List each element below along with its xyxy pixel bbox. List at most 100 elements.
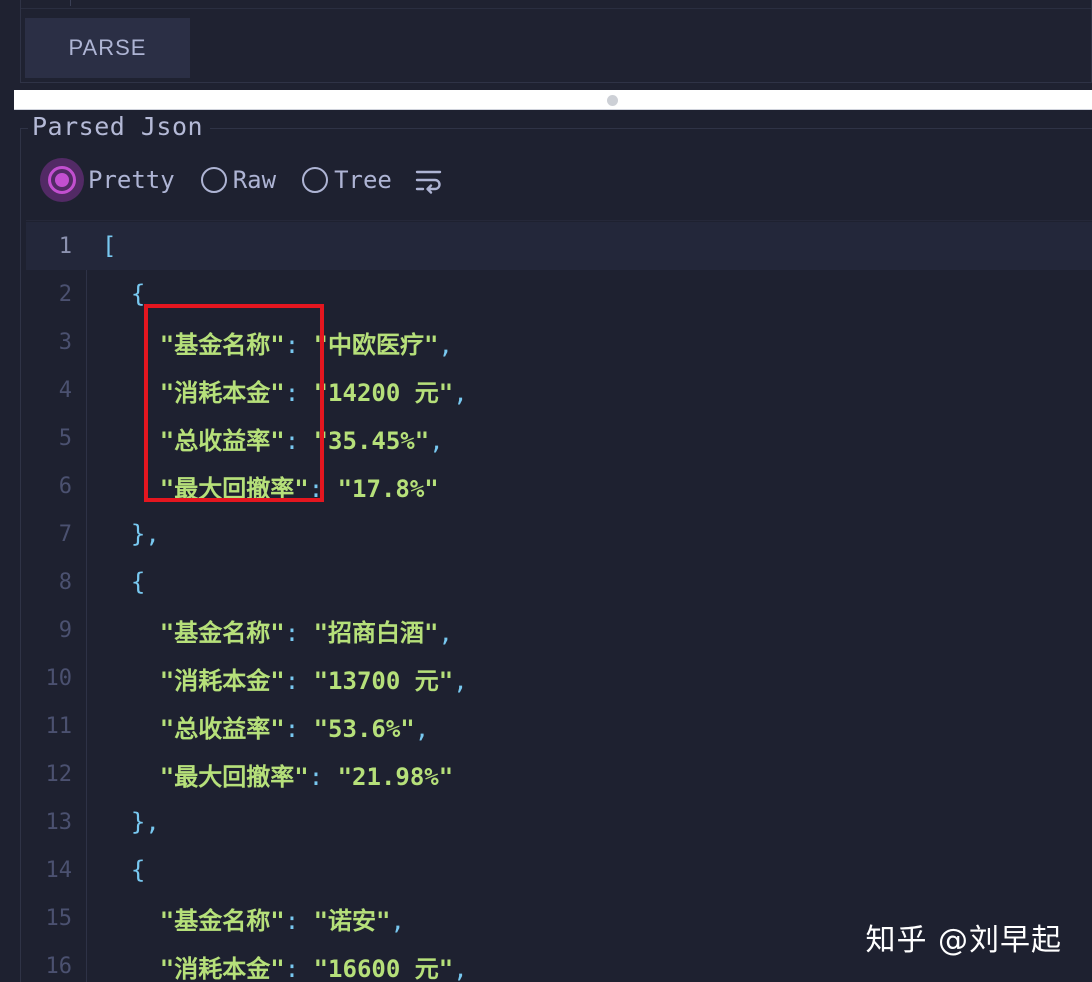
code-text: "消耗本金": "13700 元", [102, 661, 468, 696]
output-panel: Parsed Json Pretty Raw Tree 1 [2 {3 "基… [0, 110, 1092, 982]
line-number: 15 [45, 905, 73, 931]
code-text: "最大回撤率": "17.8%" [102, 469, 439, 504]
json-punctuation: : [284, 618, 314, 647]
option-label: Tree [334, 166, 392, 194]
json-punctuation: { [130, 856, 146, 884]
wrap-lines-icon[interactable] [414, 165, 444, 195]
json-value: "中欧医疗" [313, 330, 439, 359]
json-punctuation: : [284, 714, 314, 743]
json-punctuation: , [438, 618, 453, 647]
toolbar-divider [26, 220, 1092, 221]
line-number: 9 [58, 617, 72, 643]
radio-checked-icon[interactable] [40, 158, 84, 202]
json-punctuation: }, [130, 808, 160, 836]
code-line: 3 "基金名称": "中欧医疗", [26, 318, 1092, 366]
json-punctuation: , [390, 906, 405, 935]
json-punctuation: }, [130, 520, 160, 548]
code-line: 4 "消耗本金": "14200 元", [26, 366, 1092, 414]
line-number: 16 [45, 953, 73, 979]
line-number: 11 [45, 713, 73, 739]
json-punctuation: : [284, 666, 314, 695]
line-number: 10 [45, 665, 73, 691]
json-key: "基金名称" [159, 618, 285, 647]
option-label: Pretty [88, 166, 175, 194]
json-punctuation: : [284, 426, 314, 455]
json-punctuation: : [308, 762, 338, 791]
json-punctuation: , [438, 330, 453, 359]
json-key: "基金名称" [159, 906, 285, 935]
json-value: "13700 元" [313, 666, 454, 695]
json-punctuation: { [130, 568, 146, 596]
code-text: "消耗本金": "16600 元", [102, 949, 468, 982]
line-number: 6 [58, 473, 72, 499]
json-punctuation: , [429, 426, 444, 455]
json-punctuation: , [414, 714, 430, 743]
json-key: "最大回撤率" [159, 762, 309, 791]
panel-border-left [20, 0, 21, 82]
json-key: "基金名称" [159, 330, 285, 359]
json-punctuation: : [308, 474, 338, 503]
json-punctuation: { [130, 280, 146, 308]
code-text: }, [102, 808, 160, 836]
json-key: "消耗本金" [159, 378, 285, 407]
code-line: 2 { [26, 270, 1092, 318]
code-text: { [102, 568, 145, 596]
json-parser-app: PARSE Parsed Json Pretty Raw Tree 1 [2 … [0, 0, 1092, 982]
json-punctuation: [ [102, 232, 117, 260]
code-text: "基金名称": "中欧医疗", [102, 325, 453, 360]
json-value: "16600 元" [313, 954, 454, 982]
input-gutter-tick [70, 0, 71, 6]
line-number: 5 [58, 425, 72, 451]
json-punctuation: : [284, 954, 314, 982]
option-tree[interactable]: Tree [302, 166, 392, 194]
radio-unchecked-icon[interactable] [302, 167, 329, 193]
code-text: "总收益率": "53.6%", [102, 709, 429, 744]
splitter-handle-icon[interactable] [607, 95, 618, 106]
code-text: "消耗本金": "14200 元", [102, 373, 468, 408]
json-punctuation: : [284, 378, 314, 407]
panel-splitter[interactable] [14, 90, 1092, 110]
line-number: 14 [45, 857, 73, 883]
json-punctuation: , [453, 378, 468, 407]
json-value: "诺安" [313, 906, 391, 935]
code-line: 1[ [26, 222, 1092, 270]
json-key: "总收益率" [159, 426, 285, 455]
json-value: "招商白酒" [313, 618, 439, 647]
json-key: "总收益率" [159, 714, 285, 743]
code-line: 13 }, [26, 798, 1092, 846]
output-legend: Parsed Json [32, 112, 204, 141]
input-area-edge [20, 0, 1092, 9]
json-key: "消耗本金" [159, 954, 285, 982]
line-number: 12 [45, 761, 73, 787]
option-pretty[interactable]: Pretty [38, 158, 175, 202]
code-line: 7 }, [26, 510, 1092, 558]
panel-border-bottom [20, 82, 1092, 83]
fieldset-border-left [20, 128, 21, 982]
code-line: 8 { [26, 558, 1092, 606]
code-text: [ [102, 232, 116, 260]
json-value: "21.98%" [337, 762, 454, 791]
json-key: "最大回撤率" [159, 474, 309, 503]
code-text: "基金名称": "诺安", [102, 901, 405, 936]
radio-unchecked-icon[interactable] [200, 167, 227, 193]
code-text: "基金名称": "招商白酒", [102, 613, 453, 648]
code-text: "总收益率": "35.45%", [102, 421, 444, 456]
json-key: "消耗本金" [159, 666, 285, 695]
parse-button[interactable]: PARSE [25, 18, 190, 78]
line-number: 13 [45, 809, 73, 835]
option-raw[interactable]: Raw [200, 166, 276, 194]
code-line: 5 "总收益率": "35.45%", [26, 414, 1092, 462]
json-code-view[interactable]: 1[2 {3 "基金名称": "中欧医疗", 4 "消耗本金": "14200 元… [26, 222, 1092, 982]
